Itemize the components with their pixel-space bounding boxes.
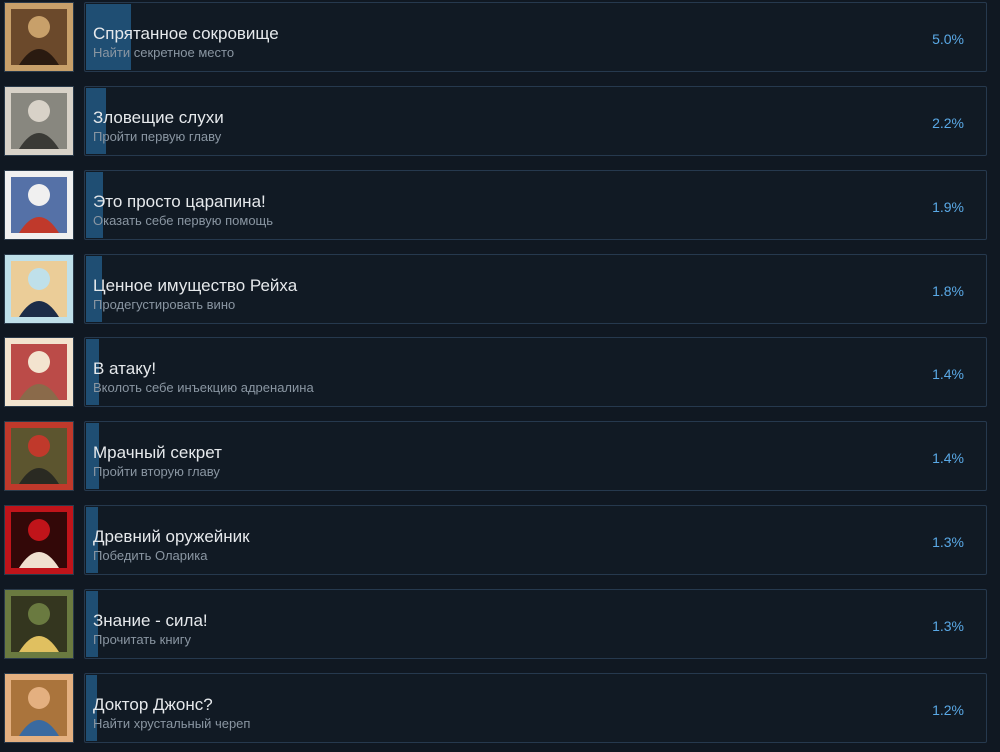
- achievement-description: Найти секретное место: [93, 45, 235, 60]
- achievement-description: Пройти вторую главу: [93, 464, 220, 480]
- achievement-row[interactable]: Это просто царапина! Оказать себе первую …: [0, 169, 1000, 240]
- achievement-row[interactable]: Спрятанное сокровище Найти секретное мест…: [0, 2, 1000, 72]
- achievement-card[interactable]: Зловещие слухи Пройти первую главу 2.2%: [84, 85, 987, 156]
- achievement-description: Победить Оларика: [93, 548, 208, 564]
- achievement-row[interactable]: Зловещие слухи Пройти первую главу 2.2%: [0, 85, 1000, 156]
- adventurer-face-icon: [4, 672, 74, 743]
- achievement-card[interactable]: Древний оружейник Победить Оларика 1.3%: [84, 505, 987, 576]
- achievement-title: Спрятанное сокровище: [93, 24, 279, 43]
- achievement-title: Ценное имущество Рейха: [93, 275, 298, 295]
- achievement-description: Оказать себе первую помощь: [93, 212, 274, 228]
- achievement-card[interactable]: Это просто царапина! Оказать себе первую …: [84, 169, 987, 240]
- achievement-title: В атаку!: [93, 359, 157, 379]
- achievement-description: Пройти первую главу: [93, 128, 222, 144]
- achievement-percent: 1.3%: [932, 534, 964, 551]
- achievement-description: Вколоть себе инъекцию адреналина: [93, 380, 314, 396]
- blindfolded-man-icon: [4, 253, 74, 324]
- achievement-percent: 1.4%: [932, 366, 964, 383]
- achievement-title: Доктор Джонс?: [93, 694, 213, 714]
- achievement-percent: 1.9%: [932, 198, 964, 215]
- achievement-percent: 5.0%: [932, 31, 964, 47]
- achievement-card[interactable]: Спрятанное сокровище Найти секретное мест…: [84, 2, 987, 72]
- pinup-soldier-icon: [4, 337, 74, 408]
- achievement-row[interactable]: Доктор Джонс? Найти хрустальный череп 1.2%: [0, 672, 1000, 743]
- helmet-soldier-icon: [4, 85, 74, 156]
- achievement-card[interactable]: Знание - сила! Прочитать книгу 1.3%: [84, 588, 987, 659]
- achievement-row[interactable]: В атаку! Вколоть себе инъекцию адреналина…: [0, 337, 1000, 408]
- achievement-percent: 1.4%: [932, 450, 964, 467]
- achievement-description: Продегустировать вино: [93, 296, 236, 312]
- achievement-list: Спрятанное сокровище Найти секретное мест…: [0, 0, 1000, 752]
- achievement-row[interactable]: Знание - сила! Прочитать книгу 1.3%: [0, 588, 1000, 659]
- achievement-card[interactable]: В атаку! Вколоть себе инъекцию адреналина…: [84, 337, 987, 408]
- achievement-title: Мрачный секрет: [93, 443, 222, 463]
- achievement-percent: 1.3%: [932, 617, 964, 634]
- achievement-percent: 2.2%: [932, 114, 964, 131]
- achievement-description: Прочитать книгу: [93, 631, 192, 647]
- treasure-painting-icon: [4, 2, 74, 72]
- soldiers-propaganda-icon: [4, 421, 74, 492]
- first-aid-poster-icon: [4, 169, 74, 240]
- achievement-title: Знание - сила!: [93, 610, 208, 630]
- achievement-percent: 1.2%: [932, 701, 964, 718]
- achievement-description: Найти хрустальный череп: [93, 715, 251, 731]
- achievement-title: Это просто царапина!: [93, 191, 266, 211]
- achievement-percent: 1.8%: [932, 282, 964, 299]
- achievement-title: Зловещие слухи: [93, 107, 224, 127]
- achievement-row[interactable]: Ценное имущество Рейха Продегустировать в…: [0, 253, 1000, 324]
- red-knight-icon: [4, 505, 74, 576]
- achievement-card[interactable]: Ценное имущество Рейха Продегустировать в…: [84, 253, 987, 324]
- achievement-card[interactable]: Доктор Джонс? Найти хрустальный череп 1.2%: [84, 672, 987, 743]
- achievement-title: Древний оружейник: [93, 527, 250, 547]
- achievement-card[interactable]: Мрачный секрет Пройти вторую главу 1.4%: [84, 421, 987, 492]
- achievement-row[interactable]: Мрачный секрет Пройти вторую главу 1.4%: [0, 421, 1000, 492]
- reading-soldier-icon: [4, 588, 74, 659]
- achievement-row[interactable]: Древний оружейник Победить Оларика 1.3%: [0, 505, 1000, 576]
